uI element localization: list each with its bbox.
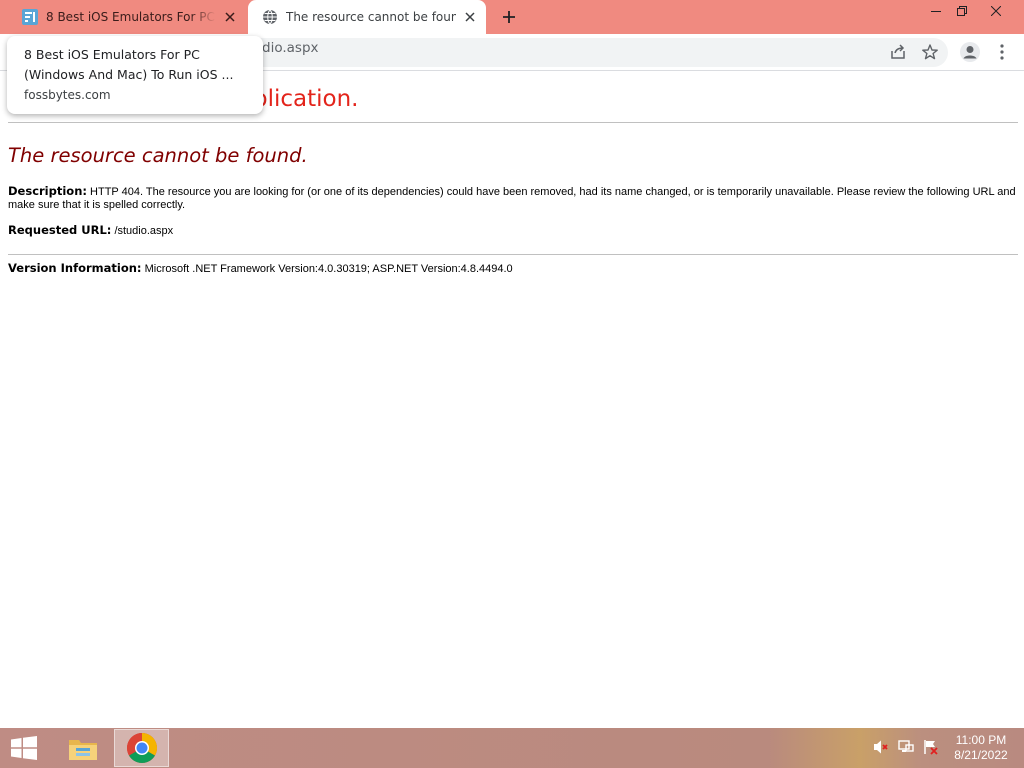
close-icon <box>991 6 1001 16</box>
minimize-icon <box>931 11 941 12</box>
file-explorer-icon <box>68 740 97 760</box>
requested-url-value: /studio.aspx <box>114 225 174 237</box>
tab-hover-card: 8 Best iOS Emulators For PC (Windows And… <box>7 36 263 114</box>
plus-icon <box>503 11 515 23</box>
fossbytes-favicon <box>22 9 38 25</box>
new-tab-button[interactable] <box>497 5 521 29</box>
close-tab-icon[interactable] <box>220 7 240 27</box>
tab-title: 8 Best iOS Emulators For PC (Windows And… <box>46 10 216 24</box>
divider <box>8 254 1018 255</box>
chrome-icon <box>126 733 157 764</box>
tab-bar: 8 Best iOS Emulators For PC (Windows And… <box>0 0 1024 34</box>
restore-icon <box>957 6 967 16</box>
system-clock[interactable]: 11:00 PM 8/21/2022 <box>944 733 1018 763</box>
menu-kebab-icon[interactable] <box>990 40 1014 64</box>
globe-icon <box>263 9 277 25</box>
share-icon[interactable] <box>886 40 910 64</box>
start-button[interactable] <box>6 732 42 764</box>
description-label: Description: <box>8 184 87 198</box>
profile-avatar-icon[interactable] <box>958 40 982 64</box>
hover-card-title-line2: (Windows And Mac) To Run iOS ... <box>24 67 234 82</box>
close-window-button[interactable] <box>980 0 1012 22</box>
requested-url-label: Requested URL: <box>8 223 112 237</box>
tab-title: The resource cannot be found. <box>286 10 456 24</box>
page-content: plication. The resource cannot be found.… <box>0 72 1024 728</box>
windows-taskbar: 11:00 PM 8/21/2022 <box>0 728 1024 768</box>
close-tab-icon[interactable] <box>460 7 480 27</box>
bookmark-star-icon[interactable] <box>918 40 942 64</box>
version-info-paragraph: Version Information: Microsoft .NET Fram… <box>8 262 1018 276</box>
hover-card-title-line1: 8 Best iOS Emulators For PC <box>24 47 200 62</box>
chrome-taskbar-button[interactable] <box>114 729 169 767</box>
hover-card-domain: fossbytes.com <box>24 88 111 102</box>
description-paragraph: Description: HTTP 404. The resource you … <box>8 185 1018 212</box>
error-title: The resource cannot be found. <box>8 144 308 167</box>
version-info-text: Microsoft .NET Framework Version:4.0.303… <box>144 263 513 275</box>
restore-button[interactable] <box>946 0 978 22</box>
version-info-label: Version Information: <box>8 261 142 275</box>
requested-url-paragraph: Requested URL: /studio.aspx <box>8 224 1018 238</box>
volume-muted-icon[interactable] <box>872 738 890 756</box>
clock-time: 11:00 PM <box>955 733 1007 747</box>
clock-date: 8/21/2022 <box>954 748 1008 762</box>
file-explorer-button[interactable] <box>55 729 110 767</box>
windows-logo-icon <box>11 736 37 760</box>
tab-resource-not-found[interactable]: The resource cannot be found. <box>248 0 486 34</box>
action-center-flag-icon[interactable] <box>921 738 939 756</box>
tab-fossbytes[interactable]: 8 Best iOS Emulators For PC (Windows And… <box>8 0 246 34</box>
network-icon[interactable] <box>897 738 915 756</box>
description-text: HTTP 404. The resource you are looking f… <box>8 186 1016 211</box>
